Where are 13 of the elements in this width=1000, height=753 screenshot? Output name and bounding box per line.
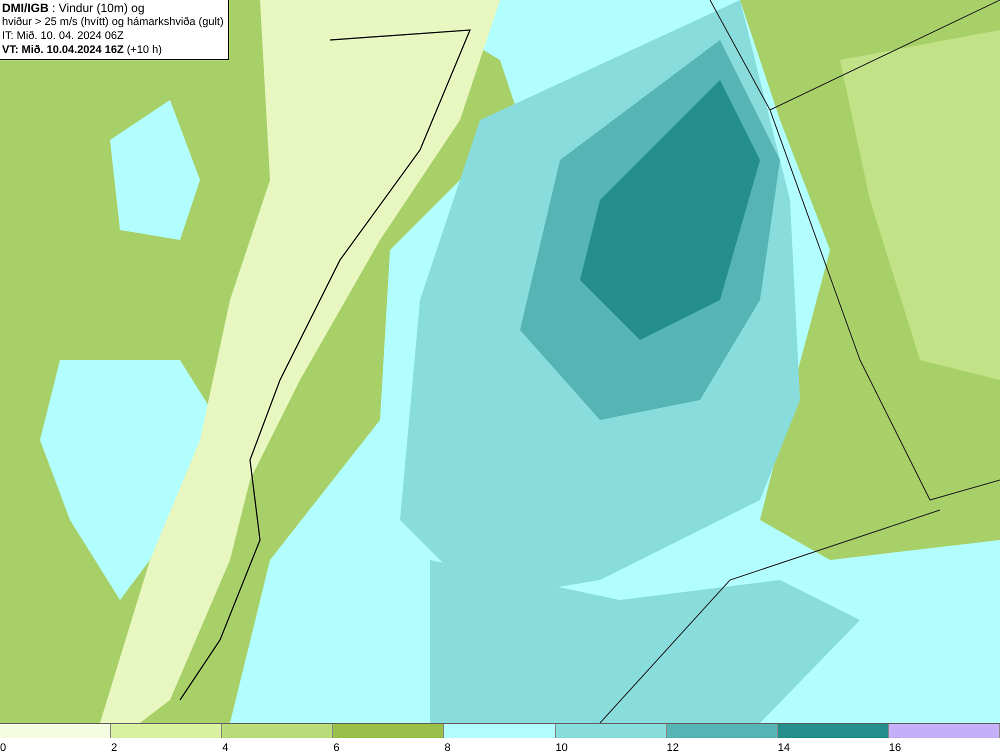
legend-tick-label: 6: [333, 742, 340, 753]
legend-tick-label: 4: [222, 742, 228, 753]
legend-tick-label: 0: [0, 742, 6, 753]
legend-tick-label: 14: [778, 742, 790, 753]
title-line: IT: Mið. 10. 04. 2024 06Z: [2, 29, 125, 43]
legend-tick-label: 10: [556, 742, 568, 753]
legend-tick-label: 2: [111, 742, 118, 753]
title-line: hviður > 25 m/s (hvítt) og hámarkshviða (gult): [2, 15, 224, 29]
title-line: DMI/IGB : Vindur (10m) og: [2, 1, 146, 15]
legend-tick-label: 8: [444, 742, 451, 753]
title-line: VT: Mið. 10.04.2024 16Z (+10 h): [2, 43, 163, 57]
legend-tick-label: 16: [888, 742, 902, 753]
legend-tick-label: 12: [666, 742, 679, 753]
